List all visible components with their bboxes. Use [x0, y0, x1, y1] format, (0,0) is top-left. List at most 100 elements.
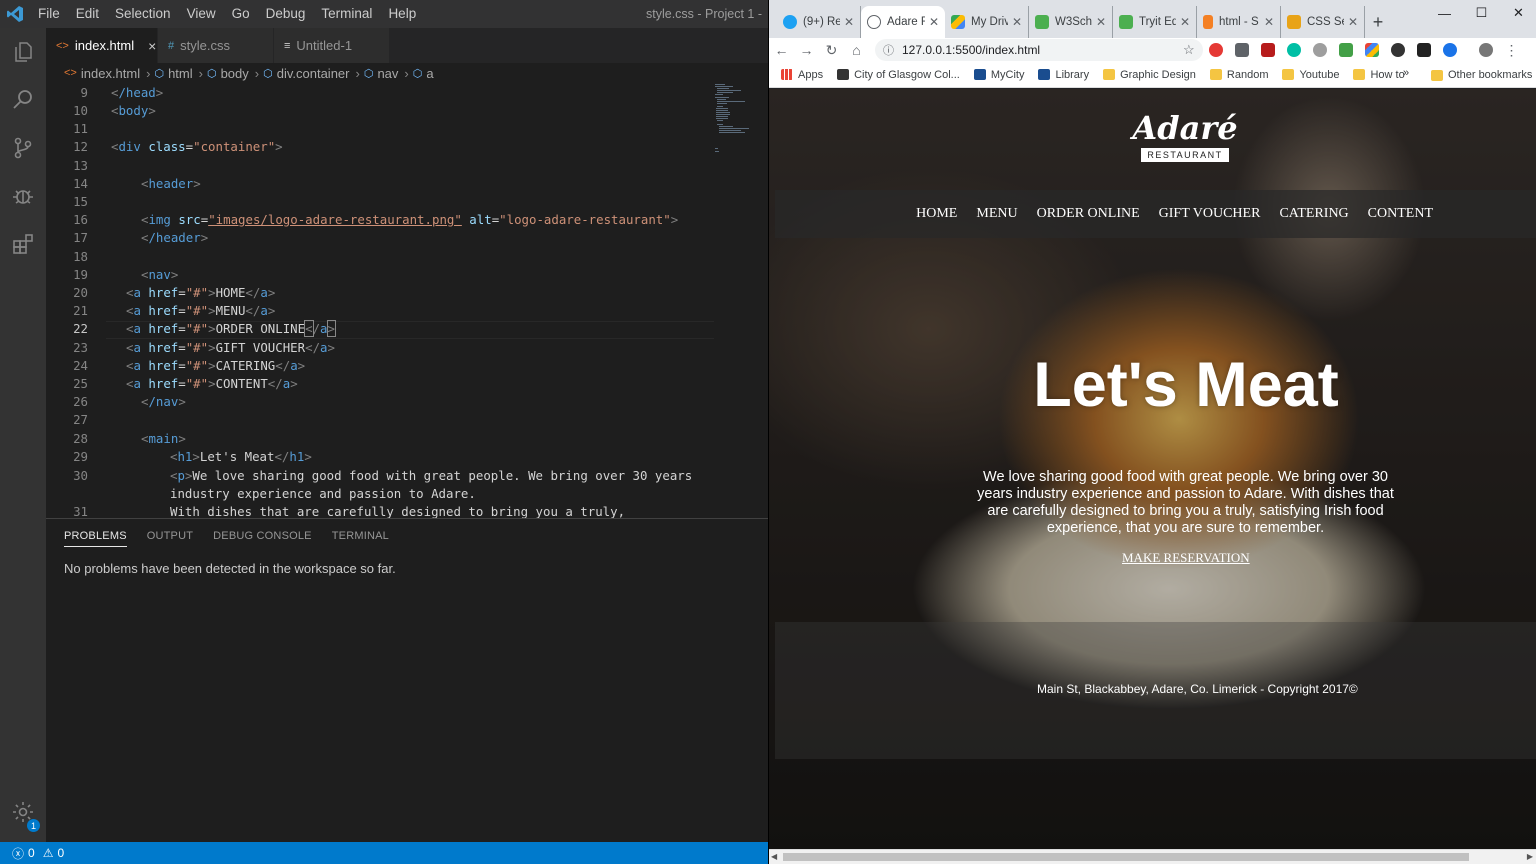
bookmark-apps[interactable]: Apps [781, 69, 823, 81]
breadcrumb-item[interactable]: <> index.html › [64, 66, 150, 81]
grammarly-extension-icon[interactable] [1287, 43, 1301, 57]
line-number: 22 [73, 321, 88, 336]
nav-catering[interactable]: CATERING [1279, 206, 1348, 222]
error-count[interactable]: 0 [28, 846, 35, 860]
horizontal-scrollbar[interactable]: ◀ ▶ [769, 849, 1536, 864]
tab-index-html[interactable]: <> index.html × [46, 28, 158, 63]
breadcrumb-item[interactable]: ⬡ html › [154, 66, 203, 81]
breadcrumb-item[interactable]: ⬡ nav › [364, 66, 409, 81]
bookmark-folder-how-to[interactable]: How to [1353, 69, 1405, 81]
nav-home[interactable]: HOME [916, 206, 957, 222]
minimize-icon[interactable]: — [1426, 0, 1463, 26]
html-file-icon: <> [56, 39, 69, 52]
close-tab-icon[interactable]: ✕ [929, 15, 939, 29]
activity-bar: 1 [0, 28, 46, 842]
more-bookmarks-icon[interactable]: » [1403, 67, 1409, 79]
browser-tab[interactable]: My Driv ✕ [945, 6, 1029, 38]
extension-icon[interactable] [1443, 43, 1457, 57]
bookmark-folder-random[interactable]: Random [1209, 69, 1268, 81]
browser-tab[interactable]: html - S ✕ [1197, 6, 1281, 38]
debug-icon[interactable] [0, 172, 46, 220]
browser-tab[interactable]: W3Scho ✕ [1029, 6, 1113, 38]
browser-tab-active[interactable]: Adare R ✕ [861, 6, 945, 38]
eyedropper-extension-icon[interactable] [1391, 43, 1405, 57]
other-bookmarks[interactable]: Other bookmarks [1431, 62, 1532, 88]
error-icon[interactable]: ⓧ [12, 845, 24, 862]
browser-tab[interactable]: (9+) Re ✕ [777, 6, 861, 38]
breadcrumb-item[interactable]: ⬡ a [413, 66, 434, 81]
menu-debug[interactable]: Debug [258, 0, 314, 28]
source-control-icon[interactable] [0, 124, 46, 172]
minimap[interactable] [714, 84, 764, 154]
bookmark-folder-graphic-design[interactable]: Graphic Design [1103, 69, 1196, 81]
tab-style-css[interactable]: # style.css [158, 28, 274, 63]
bookmark-folder-youtube[interactable]: Youtube [1282, 69, 1339, 81]
extension-icon[interactable] [1313, 43, 1327, 57]
home-icon[interactable]: ⌂ [844, 42, 869, 58]
forward-icon[interactable]: → [794, 42, 819, 58]
menu-go[interactable]: Go [224, 0, 258, 28]
menu-selection[interactable]: Selection [107, 0, 179, 28]
menu-edit[interactable]: Edit [68, 0, 107, 28]
extensions-icon[interactable] [0, 220, 46, 268]
bookmark-library[interactable]: Library [1038, 69, 1089, 81]
close-tab-icon[interactable]: × [148, 38, 156, 54]
extension-icon[interactable] [1417, 43, 1431, 57]
tab-untitled-1[interactable]: ≡ Untitled-1 [274, 28, 390, 63]
menu-file[interactable]: File [30, 0, 68, 28]
tab-label: W3Scho [1055, 16, 1092, 28]
more-options-icon[interactable]: ⋮ [1499, 42, 1524, 59]
back-icon[interactable]: ← [769, 42, 794, 58]
scroll-right-icon[interactable]: ▶ [1527, 852, 1533, 861]
nav-menu[interactable]: MENU [976, 206, 1017, 222]
nav-order-online[interactable]: ORDER ONLINE [1037, 206, 1140, 222]
scroll-left-icon[interactable]: ◀ [771, 852, 777, 861]
close-window-icon[interactable]: ✕ [1500, 0, 1536, 26]
element-icon: ⬡ [412, 67, 423, 80]
new-tab-button[interactable]: + [1365, 6, 1391, 38]
reload-icon[interactable]: ↻ [819, 42, 844, 59]
url-text[interactable]: 127.0.0.1:5500/index.html [902, 43, 1040, 57]
profile-avatar[interactable] [1479, 43, 1493, 57]
code-editor[interactable]: 9 10 11 12 13 14 15 16 17 18 19 20 21 22 23 24 25 26 27 28 2… [46, 84, 768, 518]
tab-problems[interactable]: PROBLEMS [64, 526, 127, 547]
explorer-icon[interactable] [0, 28, 46, 76]
bookmark-star-icon[interactable]: ☆ [1183, 42, 1197, 58]
extension-icon[interactable] [1235, 43, 1249, 57]
code-line: <p>We love sharing good food with great … [170, 468, 693, 483]
bookmark-mycity[interactable]: MyCity [973, 69, 1024, 81]
extension-icon[interactable] [1365, 43, 1379, 57]
close-tab-icon[interactable]: ✕ [1180, 15, 1190, 29]
menu-terminal[interactable]: Terminal [313, 0, 380, 28]
warning-icon[interactable]: ⚠ [43, 846, 54, 860]
breadcrumb-item[interactable]: ⬡ body › [207, 66, 259, 81]
tab-terminal[interactable]: TERMINAL [332, 526, 389, 546]
address-bar[interactable]: ⓘ 127.0.0.1:5500/index.html [875, 39, 1203, 61]
menu-help[interactable]: Help [380, 0, 424, 28]
close-tab-icon[interactable]: ✕ [1096, 15, 1106, 29]
close-tab-icon[interactable]: ✕ [1348, 15, 1358, 29]
maximize-icon[interactable]: ☐ [1463, 0, 1500, 26]
nav-content[interactable]: CONTENT [1368, 206, 1433, 222]
tab-debug-console[interactable]: DEBUG CONSOLE [213, 526, 312, 546]
settings-gear-icon[interactable]: 1 [0, 788, 46, 836]
menu-view[interactable]: View [179, 0, 224, 28]
breadcrumb-item[interactable]: ⬡ div.container › [263, 66, 360, 81]
close-tab-icon[interactable]: ✕ [844, 15, 854, 29]
make-reservation-link[interactable]: MAKE RESERVATION [1122, 550, 1250, 566]
search-icon[interactable] [0, 76, 46, 124]
pinterest-extension-icon[interactable] [1209, 43, 1223, 57]
close-tab-icon[interactable]: ✕ [1012, 15, 1022, 29]
warning-count[interactable]: 0 [57, 846, 64, 860]
bookmark-city-of-glasgow[interactable]: City of Glasgow Col... [837, 69, 960, 81]
browser-tab[interactable]: Tryit Ed ✕ [1113, 6, 1197, 38]
site-info-icon[interactable]: ⓘ [883, 42, 894, 58]
tab-output[interactable]: OUTPUT [147, 526, 193, 546]
browser-tab[interactable]: CSS Sel ✕ [1281, 6, 1365, 38]
nav-gift-voucher[interactable]: GIFT VOUCHER [1159, 206, 1261, 222]
html-file-icon: <> [64, 67, 77, 79]
close-tab-icon[interactable]: ✕ [1264, 15, 1274, 29]
pdf-extension-icon[interactable] [1261, 43, 1275, 57]
checklist-extension-icon[interactable] [1339, 43, 1353, 57]
scrollbar-thumb[interactable] [783, 853, 1469, 861]
